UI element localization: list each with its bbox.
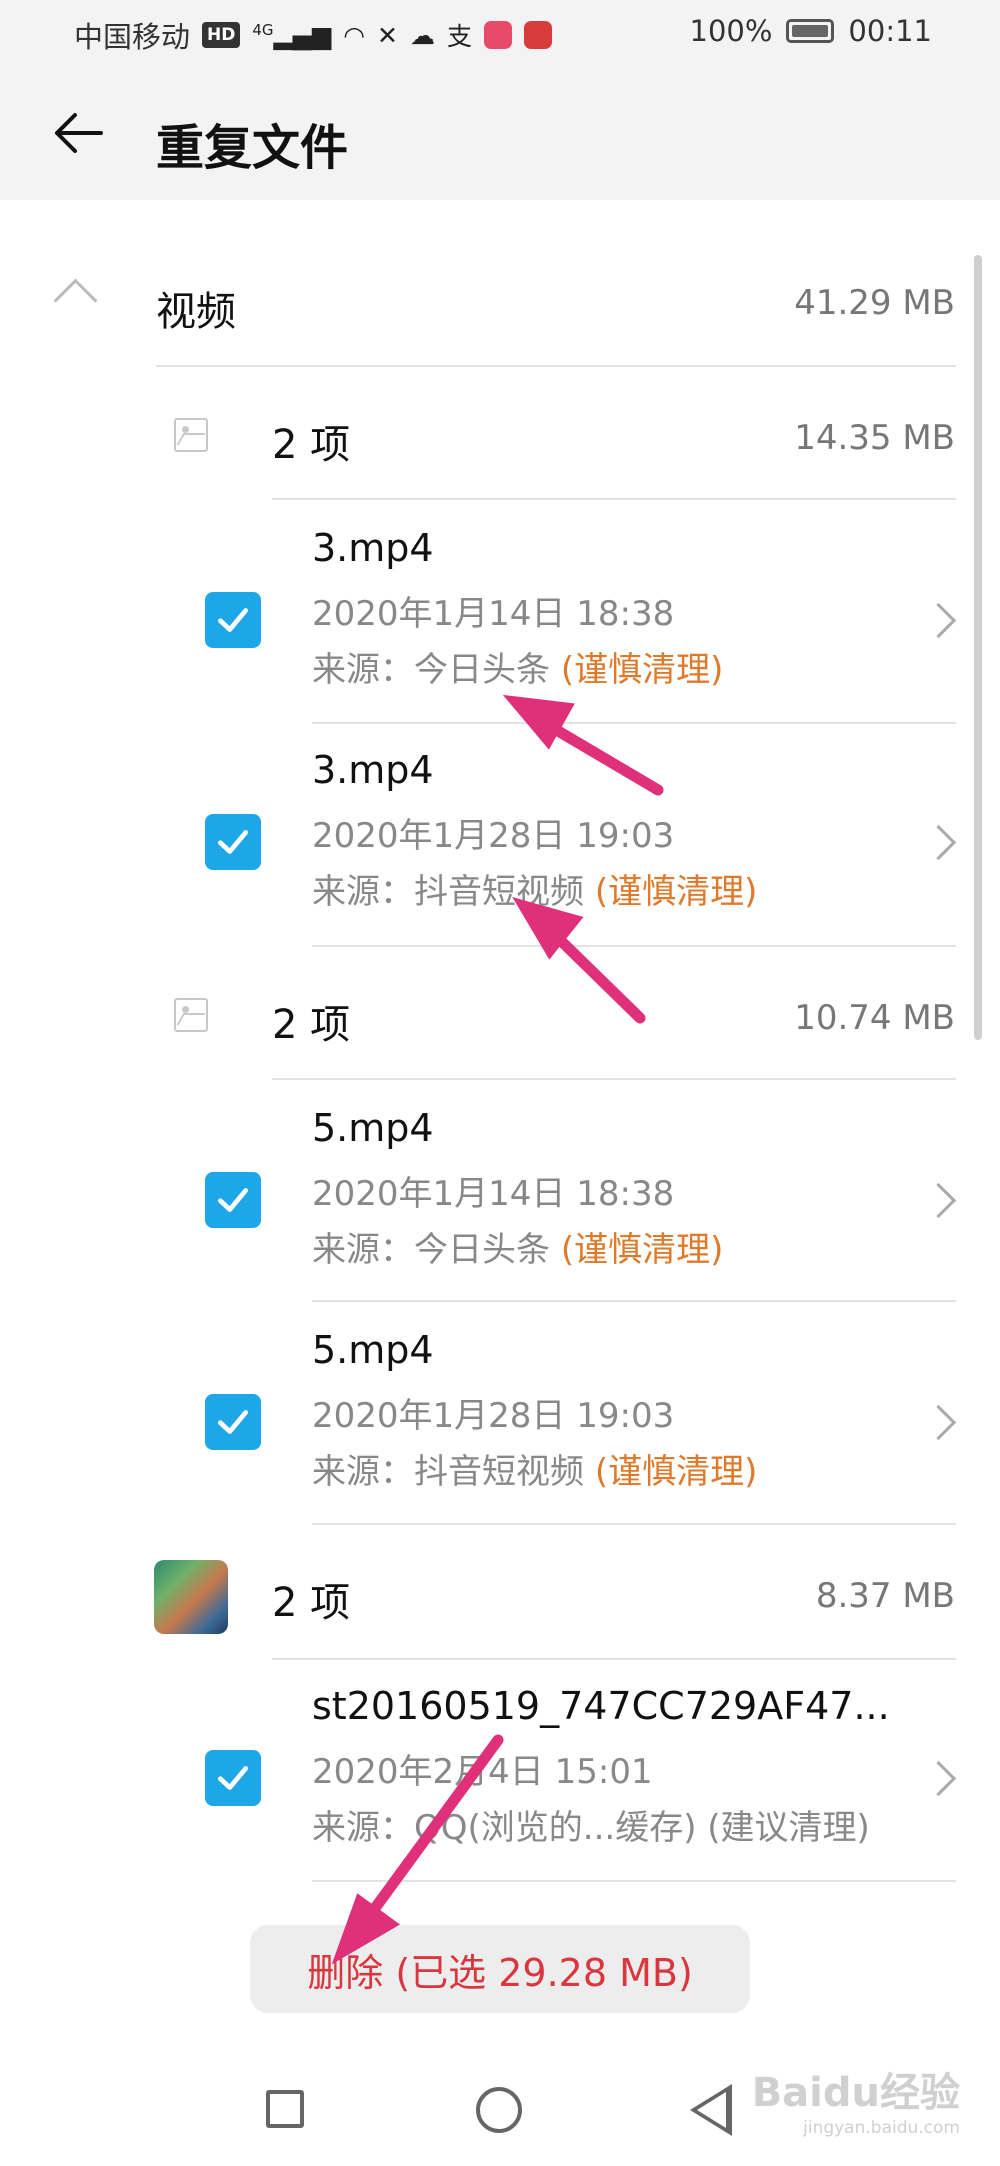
nav-recents-icon[interactable] [266, 2090, 304, 2128]
baidu-watermark: Baidu经验 jingyan.baidu.com [751, 2070, 960, 2138]
category-label: 视频 [156, 289, 236, 335]
group-size: 10.74 MB [794, 998, 955, 1038]
divider [312, 1300, 956, 1302]
carrier-label: 中国移动 [74, 20, 191, 54]
group-header: 2 项 14.35 MB [0, 380, 1000, 490]
battery-percent: 100% [689, 14, 773, 48]
file-name: st20160519_747CC729AF47... [312, 1684, 890, 1728]
cleanup-tag: (谨慎清理) [594, 1452, 758, 1492]
file-name: 5.mp4 [312, 1328, 434, 1372]
wifi-icon: ◠ [343, 20, 366, 50]
status-bar-left: 中国移动 HD 4G▂▄▆ ◠ ✕ ☁ 支 [74, 14, 553, 56]
status-bar-right: 100% 00:11 [690, 14, 933, 48]
clock: 00:11 [848, 14, 932, 48]
divider [312, 722, 956, 724]
checkbox-checked-icon[interactable] [205, 1394, 261, 1450]
checkbox-checked-icon[interactable] [205, 1750, 261, 1806]
category-header-video[interactable]: 视频 41.29 MB [0, 255, 1000, 365]
group-count: 2 项 [272, 1002, 351, 1048]
file-item[interactable]: st20160519_747CC729AF47... 2020年2月4日 15:… [0, 1666, 1000, 1888]
cleanup-tag: (谨慎清理) [560, 650, 724, 690]
divider [156, 365, 956, 367]
file-date: 2020年1月28日 19:03 [312, 1396, 675, 1436]
battery-icon [786, 19, 835, 43]
divider [312, 1523, 956, 1525]
app-notification-icon [484, 21, 513, 49]
checkbox-checked-icon[interactable] [205, 1172, 261, 1228]
file-name: 3.mp4 [312, 748, 434, 792]
nav-back-icon[interactable] [690, 2084, 732, 2136]
group-count: 2 项 [272, 422, 351, 468]
capcut-icon: ✕ [377, 20, 398, 50]
category-size: 41.29 MB [794, 283, 955, 323]
page-title: 重复文件 [156, 120, 349, 176]
divider [272, 498, 956, 500]
file-item[interactable]: 5.mp4 2020年1月14日 18:38 来源：今日头条 (谨慎清理) [0, 1088, 1000, 1310]
file-date: 2020年1月28日 19:03 [312, 816, 675, 856]
divider [272, 1078, 956, 1080]
reader-app-icon [524, 21, 553, 49]
group-header: 2 项 8.37 MB [0, 1538, 1000, 1648]
image-placeholder-icon [174, 998, 208, 1032]
weather-icon: ☁ [410, 20, 435, 50]
divider [272, 1658, 956, 1660]
file-source: 来源：抖音短视频 (谨慎清理) [312, 1452, 758, 1492]
chevron-right-icon[interactable] [920, 1182, 957, 1219]
file-source: 来源：今日头条 (谨慎清理) [312, 1230, 724, 1270]
file-item[interactable]: 5.mp4 2020年1月28日 19:03 来源：抖音短视频 (谨慎清理) [0, 1310, 1000, 1532]
chevron-right-icon[interactable] [920, 824, 957, 861]
video-thumbnail [154, 1560, 228, 1634]
signal-icon: 4G▂▄▆ [252, 20, 332, 50]
file-date: 2020年1月14日 18:38 [312, 1174, 675, 1214]
file-date: 2020年1月14日 18:38 [312, 594, 675, 634]
file-name: 3.mp4 [312, 526, 434, 570]
nav-home-icon[interactable] [476, 2087, 522, 2133]
top-bar: 中国移动 HD 4G▂▄▆ ◠ ✕ ☁ 支 100% 00:11 重复文件 [0, 0, 1000, 200]
cleanup-tag: (谨慎清理) [560, 1230, 724, 1270]
chevron-right-icon[interactable] [920, 1404, 957, 1441]
checkbox-checked-icon[interactable] [205, 592, 261, 648]
divider [312, 1880, 956, 1882]
file-source: 来源：今日头条 (谨慎清理) [312, 650, 724, 690]
divider [312, 945, 956, 947]
file-source: 来源：QQ(浏览的...缓存) (建议清理) [312, 1808, 870, 1848]
chevron-right-icon[interactable] [920, 1760, 957, 1797]
hd-badge: HD [202, 22, 241, 48]
file-item[interactable]: 3.mp4 2020年1月28日 19:03 来源：抖音短视频 (谨慎清理) [0, 730, 1000, 952]
image-placeholder-icon [174, 418, 208, 452]
chevron-right-icon[interactable] [920, 602, 957, 639]
cleanup-tag: (谨慎清理) [594, 872, 758, 912]
group-count: 2 项 [272, 1580, 351, 1626]
group-size: 14.35 MB [794, 418, 955, 458]
alipay-icon: 支 [447, 22, 473, 51]
back-arrow-icon[interactable] [44, 100, 110, 166]
file-name: 5.mp4 [312, 1106, 434, 1150]
group-header: 2 项 10.74 MB [0, 960, 1000, 1070]
group-size: 8.37 MB [815, 1576, 955, 1616]
checkbox-checked-icon[interactable] [205, 814, 261, 870]
delete-button[interactable]: 删除 (已选 29.28 MB) [250, 1925, 750, 2013]
file-source: 来源：抖音短视频 (谨慎清理) [312, 872, 758, 912]
file-item[interactable]: 3.mp4 2020年1月14日 18:38 来源：今日头条 (谨慎清理) [0, 508, 1000, 730]
file-date: 2020年2月4日 15:01 [312, 1752, 653, 1792]
chevron-up-icon[interactable] [53, 278, 98, 323]
